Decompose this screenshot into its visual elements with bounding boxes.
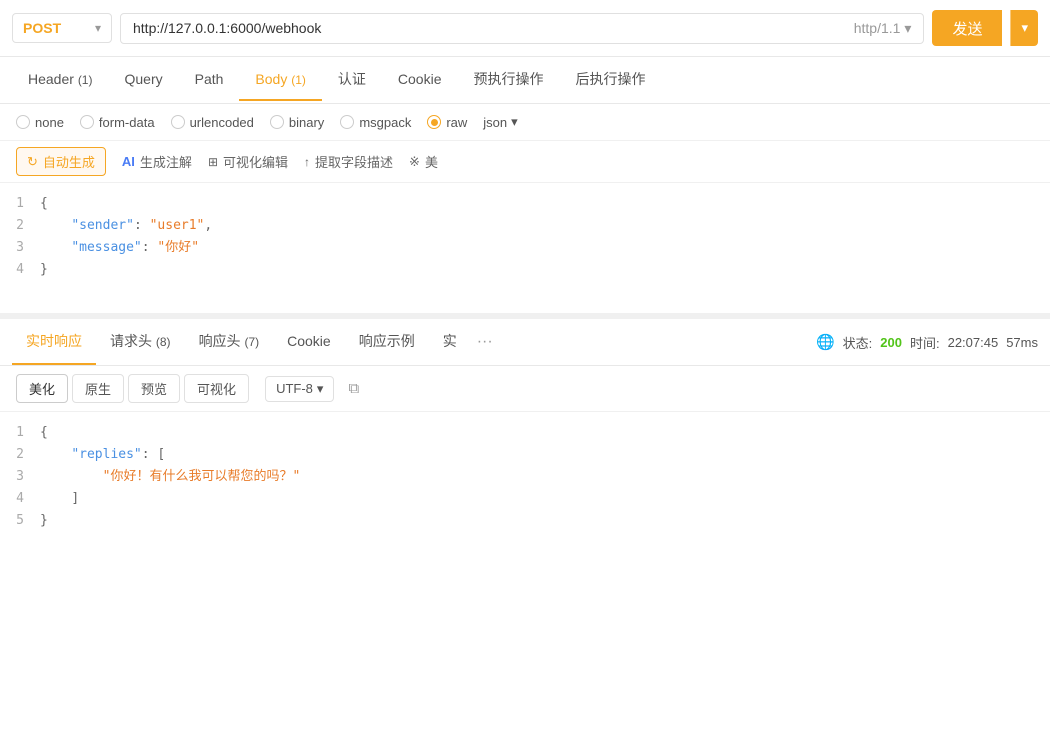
gen-comment-label: 生成注解 [140,152,192,171]
radio-msgpack-circle [340,115,354,129]
tab-auth[interactable]: 认证 [322,57,382,103]
res-line-1: 1 { [0,422,1050,444]
body-type-binary[interactable]: binary [270,115,324,130]
res-line-3: 3 "你好！有什么我可以帮您的吗？" [0,466,1050,488]
protocol-label: http/1.1 [854,20,901,36]
body-type-msgpack[interactable]: msgpack [340,115,411,130]
radio-raw-circle [427,115,441,129]
response-status-section: 🌐 状态: 200 时间: 22:07:45 57ms [816,333,1038,352]
tab-realtime-response[interactable]: 实时响应 [12,319,96,365]
tab-response-headers[interactable]: 响应头 (7) [185,319,274,365]
encoding-select[interactable]: UTF-8 ▾ [265,376,334,402]
url-input[interactable] [133,20,854,36]
req-line-4: 4 } [0,259,1050,281]
tab-cookie[interactable]: Cookie [382,59,458,101]
status-label: 状态: [843,333,873,352]
req-line-3: 3 "message": "你好" [0,237,1050,259]
res-line-5: 5 } [0,510,1050,532]
tab-post-action[interactable]: 后执行操作 [560,57,662,103]
radio-none-circle [16,115,30,129]
auto-gen-label: 自动生成 [43,152,95,171]
tab-pre-action[interactable]: 预执行操作 [458,57,560,103]
subtab-visual[interactable]: 可视化 [184,374,249,403]
req-line-1: 1 { [0,193,1050,215]
send-dropdown-button[interactable]: ▾ [1010,10,1038,46]
time-value: 22:07:45 [948,335,999,350]
extract-desc-button[interactable]: ↑ 提取字段描述 [304,152,393,171]
copy-icon: ⧉ [348,380,359,397]
radio-urlencoded-circle [171,115,185,129]
method-label: POST [23,20,61,36]
response-subtabs: 美化 原生 预览 可视化 UTF-8 ▾ ⧉ [0,366,1050,412]
tab-query[interactable]: Query [108,59,178,101]
method-select[interactable]: POST ▾ [12,13,112,43]
body-type-form-data[interactable]: form-data [80,115,155,130]
globe-icon: 🌐 [816,333,835,351]
tab-actual[interactable]: 实 [429,319,471,365]
json-type-label: json [483,115,507,130]
visual-edit-icon: ⊞ [208,155,218,169]
response-tabs-bar: 实时响应 请求头 (8) 响应头 (7) Cookie 响应示例 实 ··· 🌐… [0,319,1050,366]
tab-request-headers[interactable]: 请求头 (8) [96,319,185,365]
subtab-beautify[interactable]: 美化 [16,374,68,403]
more-tabs-button[interactable]: ··· [471,333,499,351]
tab-response-cookie[interactable]: Cookie [273,321,345,363]
editor-toolbar: ↻ 自动生成 AI 生成注解 ⊞ 可视化编辑 ↑ 提取字段描述 ※ 美 [0,141,1050,183]
request-tabs-bar: Header (1) Query Path Body (1) 认证 Cookie… [0,57,1050,104]
method-dropdown-icon: ▾ [95,21,101,35]
body-type-raw[interactable]: raw [427,115,467,130]
res-line-4: 4 ] [0,488,1050,510]
body-type-raw-label: raw [446,115,467,130]
url-bar: POST ▾ http/1.1 ▾ 发送 ▾ [0,0,1050,57]
encoding-arrow-icon: ▾ [317,381,324,397]
time-label: 时间: [910,333,940,352]
beautify-button[interactable]: ※ 美 [409,152,438,171]
visual-edit-label: 可视化编辑 [223,152,288,171]
app-container: POST ▾ http/1.1 ▾ 发送 ▾ Header (1) Query … [0,0,1050,746]
tab-response-example[interactable]: 响应示例 [345,319,429,365]
request-code-editor[interactable]: 1 { 2 "sender": "user1", 3 "message": "你… [0,183,1050,313]
req-line-2: 2 "sender": "user1", [0,215,1050,237]
extract-desc-label: 提取字段描述 [315,152,393,171]
ai-icon-label: AI [122,154,135,169]
radio-form-data-circle [80,115,94,129]
send-button[interactable]: 发送 [932,10,1002,46]
refresh-icon: ↻ [27,154,38,170]
url-input-container: http/1.1 ▾ [120,13,924,44]
response-code-editor[interactable]: 1 { 2 "replies": [ 3 "你好！有什么我可以帮您的吗？" 4 … [0,412,1050,542]
extract-icon: ↑ [304,155,310,169]
radio-binary-circle [270,115,284,129]
protocol-select[interactable]: http/1.1 ▾ [854,20,912,37]
json-type-dropdown[interactable]: json ▾ [483,114,517,130]
subtab-raw[interactable]: 原生 [72,374,124,403]
body-type-binary-label: binary [289,115,324,130]
res-line-2: 2 "replies": [ [0,444,1050,466]
asterisk-icon: ※ [409,154,420,170]
duration-value: 57ms [1006,335,1038,350]
body-type-none[interactable]: none [16,115,64,130]
copy-button[interactable]: ⧉ [344,376,363,401]
subtab-preview[interactable]: 预览 [128,374,180,403]
tab-path[interactable]: Path [179,59,240,101]
gen-comment-button[interactable]: AI 生成注解 [122,152,192,171]
visual-edit-button[interactable]: ⊞ 可视化编辑 [208,152,288,171]
encoding-label: UTF-8 [276,381,313,396]
tab-body[interactable]: Body (1) [239,59,321,101]
body-type-urlencoded[interactable]: urlencoded [171,115,254,130]
body-type-form-data-label: form-data [99,115,155,130]
tab-header[interactable]: Header (1) [12,59,108,101]
beautify-label: 美 [425,152,438,171]
body-type-urlencoded-label: urlencoded [190,115,254,130]
json-dropdown-arrow-icon: ▾ [511,114,518,130]
status-code: 200 [880,335,902,350]
protocol-arrow-icon: ▾ [904,20,911,37]
auto-gen-button[interactable]: ↻ 自动生成 [16,147,106,176]
body-type-none-label: none [35,115,64,130]
body-type-bar: none form-data urlencoded binary msgpack… [0,104,1050,141]
body-type-msgpack-label: msgpack [359,115,411,130]
